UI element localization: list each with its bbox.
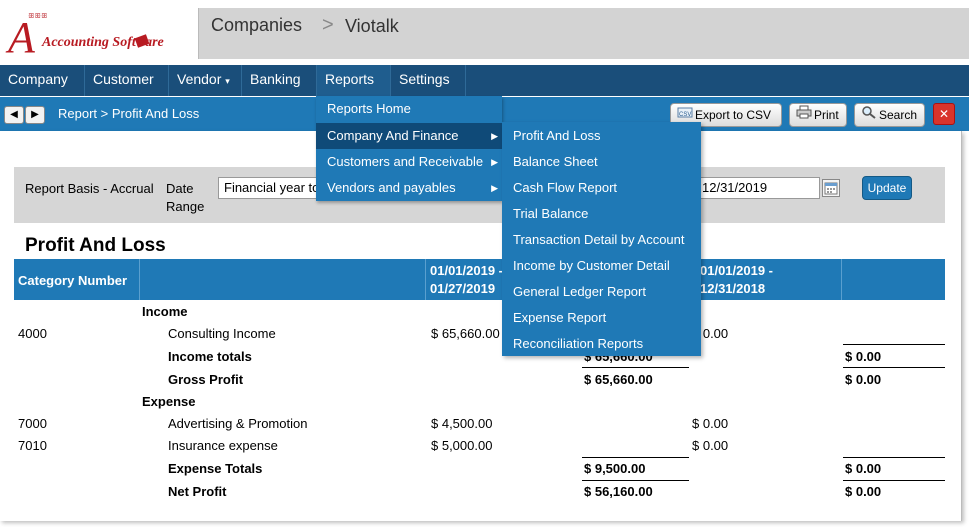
logo-text: Accounting Software — [42, 35, 164, 50]
menu-item-trial-balance[interactable]: Trial Balance — [502, 201, 701, 227]
period2-amount: $ 0.00 — [692, 416, 729, 431]
breadcrumb-bar — [198, 8, 969, 59]
menu-item-transaction-detail-by-account[interactable]: Transaction Detail by Account — [502, 227, 701, 253]
to-date-field[interactable]: 12/31/2019 — [690, 177, 820, 199]
report-breadcrumb: Report > Profit And Loss — [58, 106, 200, 121]
total-rule — [582, 480, 689, 481]
chevron-right-icon: ▶ — [491, 183, 498, 193]
menu-company[interactable]: Company ▾ — [0, 65, 85, 114]
net-profit-period2: $ 0.00 — [845, 484, 882, 499]
chevron-down-icon: ▾ — [225, 76, 230, 86]
gross-profit-period2: $ 0.00 — [845, 372, 882, 387]
total-rule — [843, 457, 945, 458]
period2-amount: $ 0.00 — [692, 438, 729, 453]
print-button[interactable]: Print — [789, 103, 847, 127]
menu-item-general-ledger-report[interactable]: General Ledger Report — [502, 279, 701, 305]
date-range-select[interactable]: Financial year to date — [218, 177, 328, 199]
menu-vendor[interactable]: Vendor ▾ — [169, 65, 242, 96]
expense-totals-label: Expense Totals — [168, 461, 263, 476]
menu-item-company-and-finance[interactable]: Company And Finance ▶ — [316, 123, 502, 149]
column-header-period1-end: 01/27/2019 — [430, 281, 496, 296]
date-label: Date — [166, 181, 194, 196]
update-button[interactable]: Update — [862, 176, 912, 200]
main-menu-bar: Company ▾ Customer ▾ Vendor ▾ Banking ▾ … — [0, 65, 969, 114]
expense-totals-value: $ 9,500.00 — [584, 461, 646, 476]
menu-item-cash-flow-report[interactable]: Cash Flow Report — [502, 175, 701, 201]
menu-item-balance-sheet[interactable]: Balance Sheet — [502, 149, 701, 175]
app-logo[interactable]: A ꕥꕥꕥ Accounting Software — [0, 0, 198, 64]
menu-reports[interactable]: Reports ▾ — [317, 65, 391, 114]
account-name[interactable]: Consulting Income — [168, 326, 276, 341]
total-rule — [582, 457, 689, 458]
column-header-category: Category Number — [18, 273, 128, 288]
section-heading-income: Income — [142, 304, 188, 319]
breadcrumb-company: Viotalk — [345, 16, 399, 36]
arrow-right-icon: ▶ — [31, 109, 39, 120]
column-header-period2-end: 12/31/2018 — [700, 281, 766, 296]
period1-amount: $ 65,660.00 — [431, 326, 500, 341]
account-name[interactable]: Insurance expense — [168, 438, 278, 453]
section-heading-expense: Expense — [142, 394, 196, 409]
gross-profit-label: Gross Profit — [168, 372, 244, 387]
menu-item-reconciliation-reports[interactable]: Reconciliation Reports — [502, 331, 701, 357]
menu-item-profit-and-loss[interactable]: Profit And Loss — [502, 123, 701, 149]
total-rule — [582, 367, 689, 368]
calendar-icon[interactable] — [822, 179, 840, 197]
back-button[interactable]: ◀ — [4, 106, 24, 124]
menu-customer[interactable]: Customer ▾ — [85, 65, 169, 114]
category-number: 7000 — [18, 416, 47, 431]
chevron-right-icon: ▶ — [491, 131, 498, 141]
total-rule — [843, 344, 945, 345]
column-header-period2: 01/01/2019 - — [700, 263, 774, 278]
expense-totals-period2: $ 0.00 — [845, 461, 882, 476]
logo-mark: A ꕥꕥꕥ — [5, 12, 150, 62]
svg-text:ꕥꕥꕥ: ꕥꕥꕥ — [28, 12, 48, 20]
report-title: Profit And Loss — [25, 235, 166, 256]
account-name[interactable]: Advertising & Promotion — [168, 416, 307, 431]
period1-amount: $ 5,000.00 — [431, 438, 493, 453]
breadcrumb-companies[interactable]: Companies — [211, 15, 302, 36]
column-divider — [841, 259, 842, 300]
search-button[interactable]: Search — [854, 103, 925, 127]
column-header-period1: 01/01/2019 - — [430, 263, 504, 278]
arrow-left-icon: ◀ — [10, 109, 18, 120]
printer-icon — [794, 104, 814, 126]
chevron-right-icon: ▶ — [491, 157, 498, 167]
breadcrumb-separator: > — [322, 14, 334, 36]
menu-item-vendors-and-payables[interactable]: Vendors and payables ▶ — [316, 175, 502, 201]
report-basis-label: Report Basis - Accrual — [25, 181, 154, 196]
net-profit-label: Net Profit — [168, 484, 227, 499]
close-button[interactable]: ✕ — [933, 103, 955, 125]
total-rule — [843, 480, 945, 481]
net-profit-value: $ 56,160.00 — [584, 484, 653, 499]
close-icon: ✕ — [938, 107, 950, 121]
gross-profit-value: $ 65,660.00 — [584, 372, 653, 387]
income-totals-label: Income totals — [168, 349, 252, 364]
menu-item-reports-home[interactable]: Reports Home — [316, 96, 502, 122]
period1-amount: $ 4,500.00 — [431, 416, 493, 431]
range-label: Range — [166, 199, 205, 214]
menu-item-expense-report[interactable]: Expense Report — [502, 305, 701, 331]
menu-item-income-by-customer-detail[interactable]: Income by Customer Detail — [502, 253, 701, 279]
column-divider — [425, 259, 426, 300]
category-number: 7010 — [18, 438, 47, 453]
magnifier-icon — [859, 104, 879, 126]
svg-text:CSV: CSV — [679, 112, 691, 118]
category-number: 4000 — [18, 326, 47, 341]
menu-item-customers-and-receivable[interactable]: Customers and Receivable ▶ — [316, 149, 502, 175]
income-totals-period2: $ 0.00 — [845, 349, 882, 364]
forward-button[interactable]: ▶ — [25, 106, 45, 124]
column-divider — [139, 259, 140, 300]
menu-banking[interactable]: Banking ▾ — [242, 65, 317, 114]
total-rule — [843, 367, 945, 368]
svg-text:A: A — [5, 13, 36, 62]
menu-settings[interactable]: Settings ▾ — [391, 65, 466, 114]
